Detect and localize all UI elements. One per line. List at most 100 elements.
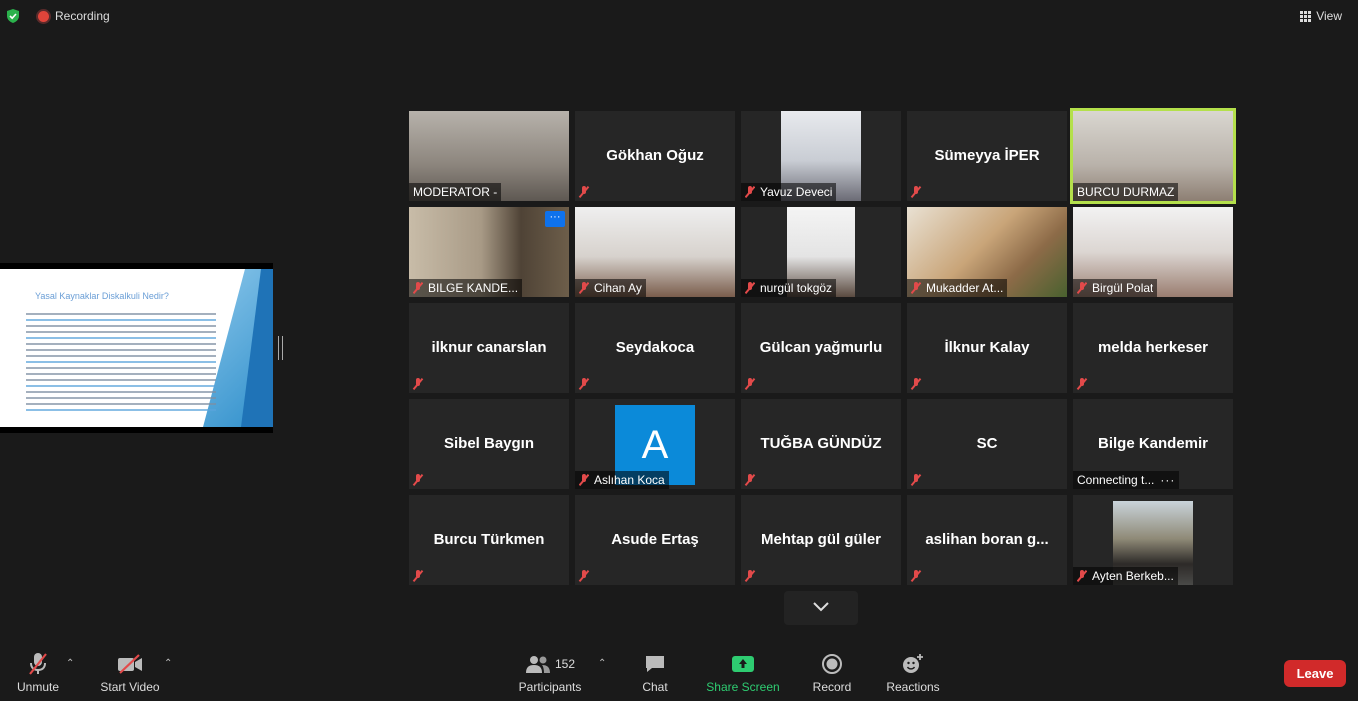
video-options-caret[interactable]: ⌃ [164,658,172,669]
more-icon[interactable]: ··· [545,211,565,227]
mic-off-icon [413,570,423,582]
participant-tile[interactable]: Mukadder At... [907,207,1067,297]
participant-tile[interactable]: ilknur canarslan [409,303,569,393]
participant-name: Gülcan yağmurlu [759,339,883,356]
mic-off-icon [745,474,755,486]
record-button[interactable]: Record [808,652,856,694]
participant-name: Seydakoca [615,339,695,356]
reactions-button[interactable]: Reactions [882,652,944,694]
share-screen-button[interactable]: Share Screen [704,652,782,694]
grid-view-icon [1300,10,1312,22]
unmute-label: Unmute [16,680,60,694]
participant-tile[interactable]: Burcu Türkmen [409,495,569,585]
participant-label: Ayten Berkeb... [1073,567,1178,585]
participants-icon [525,656,550,673]
participants-count: 152 [554,657,576,671]
participant-name: melda herkeser [1097,339,1209,356]
participant-tile[interactable]: İlknur Kalay [907,303,1067,393]
participant-label-text: Ayten Berkeb... [1092,569,1174,583]
participant-tile[interactable]: ··· BILGE KANDE... [409,207,569,297]
mic-off-icon [745,186,755,198]
chat-label: Chat [642,680,668,694]
participant-tile[interactable]: Birgül Polat [1073,207,1233,297]
participant-label-text: Yavuz Deveci [760,185,833,199]
participant-label: Birgül Polat [1073,279,1158,297]
participant-tile[interactable]: A Aslıhan Koca [575,399,735,489]
participant-label: BILGE KANDE... [409,279,523,297]
chat-icon [632,652,678,676]
participant-tile[interactable]: MODERATOR - [409,111,569,201]
slide-title: Yasal Kaynaklar Diskalkuli Nedir? [35,291,169,301]
participant-name: ilknur canarslan [431,339,547,356]
video-off-icon [96,652,164,676]
participant-label: MODERATOR - [409,183,502,201]
share-screen-icon [704,652,782,676]
participant-label-text: Mukadder At... [926,281,1004,295]
participant-label-text: MODERATOR - [413,185,498,199]
participants-options-caret[interactable]: ⌃ [598,658,606,669]
participant-name: aslihan boran g... [925,531,1049,548]
unmute-button[interactable]: Unmute [10,652,66,694]
mic-off-icon [1077,282,1087,294]
record-icon [808,652,856,676]
mic-off-icon [745,378,755,390]
mic-off-icon [911,186,921,198]
next-page-button[interactable] [784,591,858,625]
participant-tile[interactable]: Sibel Baygın [409,399,569,489]
mic-off-icon [911,474,921,486]
share-screen-label: Share Screen [706,680,780,694]
participant-label-text: Birgül Polat [1092,281,1154,295]
participant-tile[interactable]: Seydakoca [575,303,735,393]
leave-button[interactable]: Leave [1284,660,1346,687]
chat-button[interactable]: Chat [632,652,678,694]
shield-icon[interactable] [6,9,20,23]
participant-label-text: Connecting t... [1077,473,1155,487]
participant-tile[interactable]: Ayten Berkeb... [1073,495,1233,585]
mic-off-icon [579,282,589,294]
participants-button[interactable]: 152 Participants [516,652,584,694]
recording-label: Recording [55,9,110,23]
reactions-icon [882,652,944,676]
participant-tile[interactable]: Mehtap gül güler [741,495,901,585]
mic-off-icon [579,474,589,486]
split-resize-handle[interactable] [278,336,283,360]
start-video-label: Start Video [100,680,160,694]
mic-off-icon [1077,570,1087,582]
mic-off-icon [413,282,423,294]
top-bar: Recording View [0,0,1358,34]
mic-off-icon [579,378,589,390]
view-button[interactable]: View [1294,5,1348,27]
mic-off-icon [413,474,423,486]
participant-tile[interactable]: Sümeyya İPER [907,111,1067,201]
chevron-down-icon [813,602,829,612]
participant-tile[interactable]: Yavuz Deveci [741,111,901,201]
participant-tile[interactable]: BURCU DURMAZ [1070,108,1236,204]
participant-name: Sibel Baygın [443,435,535,452]
participant-name: Mehtap gül güler [761,531,881,548]
participant-name: Gökhan Oğuz [606,147,704,164]
participant-tile[interactable]: Gülcan yağmurlu [741,303,901,393]
participant-tile[interactable]: SC [907,399,1067,489]
participant-name: Burcu Türkmen [433,531,545,548]
mic-off-icon [911,570,921,582]
participant-label-text: Aslıhan Koca [594,473,665,487]
participant-tile[interactable]: Bilge Kandemir Connecting t... ··· [1073,399,1233,489]
view-label: View [1316,9,1342,23]
participant-tile[interactable]: nurgül tokgöz [741,207,901,297]
recording-indicator[interactable]: Recording [38,9,110,23]
mic-off-icon [745,282,755,294]
participant-tile[interactable]: TUĞBA GÜNDÜZ [741,399,901,489]
participant-tile[interactable]: melda herkeser [1073,303,1233,393]
start-video-button[interactable]: Start Video [96,652,164,694]
mic-off-icon [911,378,921,390]
mic-off-icon [579,186,589,198]
participant-tile[interactable]: aslihan boran g... [907,495,1067,585]
participant-tile[interactable]: Gökhan Oğuz [575,111,735,201]
audio-options-caret[interactable]: ⌃ [66,658,74,669]
participant-name: Sümeyya İPER [934,147,1040,164]
participant-tile[interactable]: Cihan Ay [575,207,735,297]
shared-screen-thumbnail[interactable]: Yasal Kaynaklar Diskalkuli Nedir? [0,263,273,433]
participants-label: Participants [518,680,582,694]
shared-slide: Yasal Kaynaklar Diskalkuli Nedir? [0,269,273,427]
participant-tile[interactable]: Asude Ertaş [575,495,735,585]
